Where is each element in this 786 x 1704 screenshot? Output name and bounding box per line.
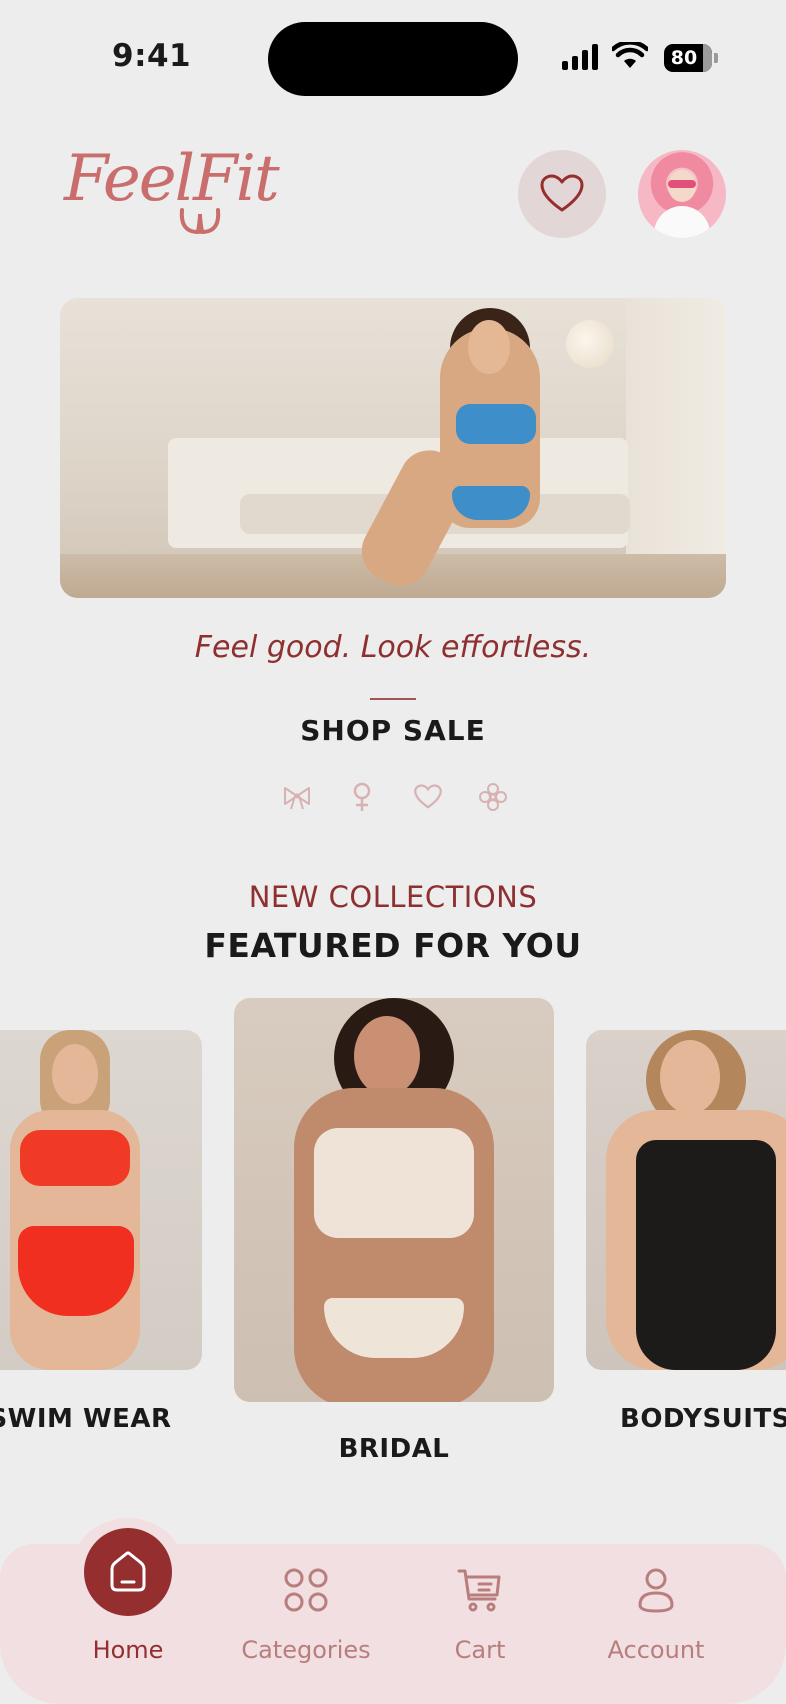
nav-cart-button[interactable]: [400, 1560, 560, 1620]
status-bar: 9:41 80: [0, 0, 786, 116]
card-label[interactable]: SWIM WEAR: [0, 1404, 180, 1434]
nav-account-label[interactable]: Account: [566, 1636, 746, 1664]
battery-percent: 80: [670, 47, 698, 69]
product-card-image[interactable]: [234, 998, 554, 1402]
nav-account-button[interactable]: [576, 1560, 736, 1620]
hero-banner[interactable]: [60, 298, 726, 598]
cart-icon: [457, 1569, 501, 1612]
home-icon: [110, 1551, 146, 1592]
app-logo[interactable]: FeelFit: [64, 142, 280, 216]
card-label[interactable]: BODYSUITS: [620, 1404, 786, 1434]
card-label[interactable]: BRIDAL: [234, 1434, 554, 1464]
female-icon: [345, 780, 379, 814]
product-card-image[interactable]: [586, 1030, 786, 1370]
heart-icon: [540, 174, 584, 212]
grid-icon: [284, 1568, 328, 1612]
divider: [370, 698, 416, 700]
favorites-button[interactable]: [518, 150, 606, 238]
shop-sale-button[interactable]: SHOP SALE: [0, 714, 786, 747]
user-icon: [638, 1568, 674, 1613]
nav-categories-button[interactable]: [226, 1560, 386, 1620]
decorative-icons-row: [280, 780, 510, 816]
wifi-icon: [612, 42, 648, 68]
product-card-image[interactable]: [0, 1030, 202, 1370]
profile-avatar[interactable]: [638, 150, 726, 238]
app-screen: 9:41 80 FeelFit Feel good. Look effortle…: [0, 0, 786, 1704]
section-title: FEATURED FOR YOU: [204, 926, 582, 965]
battery-icon: 80: [664, 44, 718, 72]
status-time: 9:41: [112, 38, 192, 74]
section-kicker: NEW COLLECTIONS: [248, 880, 538, 914]
dynamic-island: [268, 22, 518, 96]
flower-icon: [476, 780, 510, 814]
nav-home-button[interactable]: [84, 1528, 172, 1616]
nav-home-label[interactable]: Home: [38, 1636, 218, 1664]
nav-categories-label[interactable]: Categories: [216, 1636, 396, 1664]
heart-icon: [411, 780, 445, 814]
hero-tagline: Feel good. Look effortless.: [194, 630, 592, 665]
bow-icon: [280, 780, 314, 814]
nav-cart-label[interactable]: Cart: [390, 1636, 570, 1664]
bra-logo-icon: [179, 208, 221, 235]
signal-icon: [562, 44, 598, 70]
